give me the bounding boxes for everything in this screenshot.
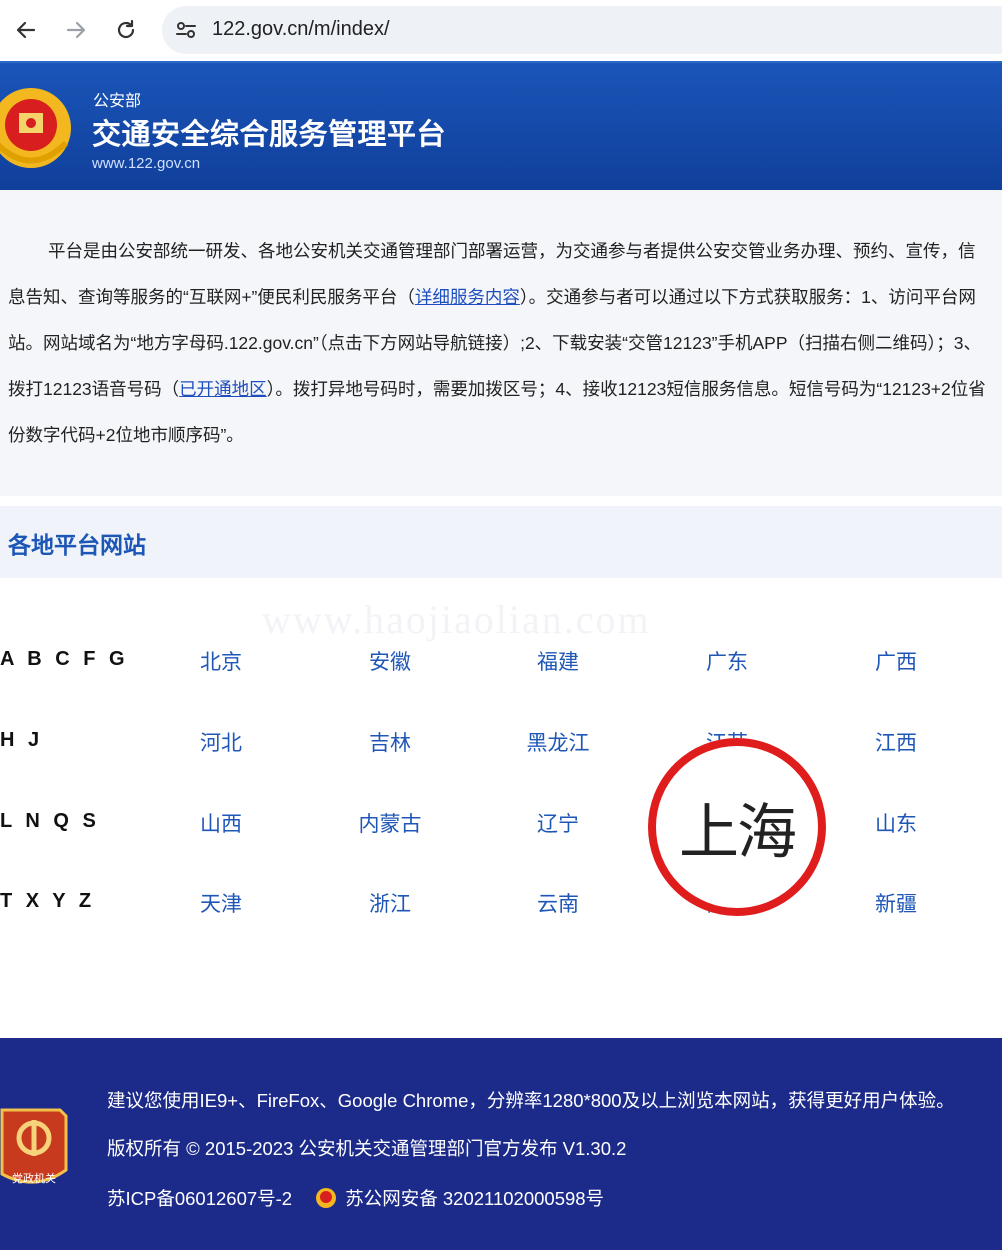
region-link[interactable]: 内蒙古 [340, 808, 440, 838]
opened-regions-link[interactable]: 已开通地区 [179, 379, 267, 399]
page-title: 交通安全综合服务管理平台 [92, 119, 447, 151]
regions-section-header: 各地平台网站 [0, 506, 1002, 578]
reload-icon [117, 19, 135, 39]
region-row: T X Y Z 天津 浙江 云南 西藏 新疆 [0, 878, 1002, 928]
region-link[interactable]: 河北 [171, 727, 271, 757]
region-link[interactable]: 浙江 [340, 888, 440, 918]
region-link[interactable]: 江西 [846, 727, 946, 757]
police-emblem-icon [0, 88, 71, 168]
region-link[interactable]: 山西 [171, 808, 271, 838]
icp-link[interactable]: 苏ICP备06012607号-2 [107, 1188, 292, 1209]
service-details-link[interactable]: 详细服务内容 [415, 287, 520, 307]
intro-paragraph: 平台是由公安部统一研发、各地公安机关交通管理部门部署运营，为交通参与者提供公安交… [8, 228, 988, 458]
row-letters: A B C F G [0, 648, 129, 670]
site-footer: 党政机关 建议您使用IE9+、FireFox、Google Chrome，分辨率… [0, 1038, 1002, 1250]
badge-text: 党政机关 [12, 1171, 56, 1185]
region-link[interactable]: 广西 [846, 646, 946, 676]
highlight-text: 上海 [679, 798, 797, 866]
browser-toolbar: 122.gov.cn/m/index/ [0, 0, 1002, 60]
header-site-url: www.122.gov.cn [92, 155, 201, 172]
region-link[interactable]: 山东 [846, 808, 946, 838]
section-title: 各地平台网站 [8, 532, 146, 558]
footer-copyright: 版权所有 © 2015-2023 公安机关交通管理部门官方发布 V1.30.2 [107, 1138, 627, 1159]
row-letters: L N Q S [0, 810, 100, 832]
region-link[interactable]: 黑龙江 [508, 727, 608, 757]
police-record-link[interactable]: 苏公网安备 32021102000598号 [345, 1188, 604, 1209]
site-header: 公安部 交通安全综合服务管理平台 www.122.gov.cn [0, 61, 1002, 191]
government-badge-icon[interactable]: 党政机关 [0, 1100, 70, 1192]
back-button[interactable] [8, 12, 44, 48]
url-text: 122.gov.cn/m/index/ [212, 18, 390, 40]
region-link[interactable]: 安徽 [340, 646, 440, 676]
region-link[interactable]: 北京 [171, 646, 271, 676]
reload-button[interactable] [108, 12, 144, 48]
footer-registration: 苏ICP备06012607号-2 苏公网安备 32021102000598号 [107, 1185, 604, 1211]
row-letters: H J [0, 729, 44, 751]
arrow-left-icon [16, 21, 36, 39]
region-row: L N Q S 山西 内蒙古 辽宁 上海 山东 [0, 798, 1002, 848]
site-settings-icon[interactable] [174, 18, 198, 46]
region-link[interactable]: 天津 [171, 888, 271, 918]
intro-section: 平台是由公安部统一研发、各地公安机关交通管理部门部署运营，为交通参与者提供公安交… [0, 190, 1002, 496]
police-record-icon [316, 1188, 337, 1208]
region-link[interactable]: 云南 [508, 888, 608, 918]
forward-button[interactable] [58, 12, 94, 48]
region-row: H J 河北 吉林 黑龙江 江苏 江西 [0, 717, 1002, 767]
region-link[interactable]: 福建 [508, 646, 608, 676]
arrow-right-icon [66, 21, 86, 39]
header-subtitle: 公安部 [93, 93, 142, 110]
address-bar[interactable]: 122.gov.cn/m/index/ [162, 6, 1002, 54]
region-link[interactable]: 辽宁 [508, 808, 608, 838]
row-letters: T X Y Z [0, 890, 96, 912]
region-link[interactable]: 新疆 [846, 888, 946, 918]
region-row: A B C F G 北京 安徽 福建 广东 广西 [0, 636, 1002, 686]
region-link[interactable]: 吉林 [340, 727, 440, 757]
region-link[interactable]: 广东 [677, 646, 777, 676]
highlight-circle: 上海 [648, 738, 826, 916]
footer-browser-note: 建议您使用IE9+、FireFox、Google Chrome，分辨率1280*… [107, 1090, 955, 1111]
